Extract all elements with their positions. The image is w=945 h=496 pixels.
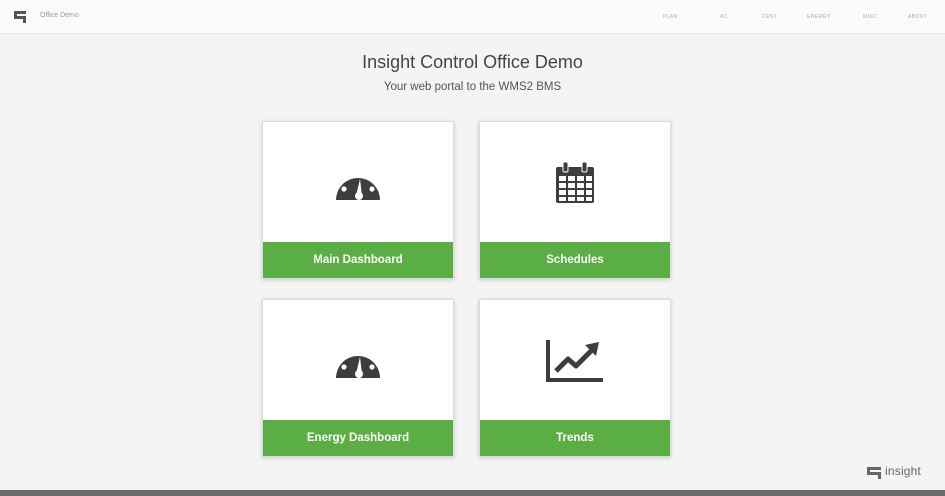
trends-tile[interactable]: Trends: [479, 299, 671, 457]
trends-label: Trends: [480, 420, 670, 456]
dashboard-gauge-icon: [336, 169, 380, 200]
nav-ac[interactable]: AC: [720, 14, 728, 20]
page-title: Insight Control Office Demo: [362, 52, 583, 72]
bottom-bar: [0, 490, 945, 496]
main-dashboard-label: Main Dashboard: [263, 242, 453, 278]
nav-about[interactable]: ABOUT: [908, 14, 927, 20]
nav-plan[interactable]: PLAN: [663, 14, 678, 20]
nav-misc[interactable]: MISC: [863, 14, 877, 20]
app-logo-icon[interactable]: [12, 9, 28, 25]
line-chart-icon: [546, 339, 603, 382]
top-navbar: Office Demo PLAN AC CENT ENERGY MISC ABO…: [0, 0, 945, 34]
schedules-tile[interactable]: Schedules: [479, 121, 671, 279]
energy-dashboard-tile[interactable]: Energy Dashboard: [262, 299, 454, 457]
dashboard-gauge-icon: [336, 347, 380, 378]
brand-logo-icon: [867, 467, 881, 479]
nav-energy[interactable]: ENERGY: [807, 14, 831, 20]
page-subtitle: Your web portal to the WMS2 BMS: [383, 81, 562, 93]
nav-cent[interactable]: CENT: [762, 14, 777, 20]
app-title[interactable]: Office Demo: [40, 12, 79, 19]
main-dashboard-tile[interactable]: Main Dashboard: [262, 121, 454, 279]
calendar-icon: [556, 161, 594, 203]
schedules-label: Schedules: [480, 242, 670, 278]
brand-name: insight: [885, 464, 922, 478]
energy-dashboard-label: Energy Dashboard: [263, 420, 453, 456]
